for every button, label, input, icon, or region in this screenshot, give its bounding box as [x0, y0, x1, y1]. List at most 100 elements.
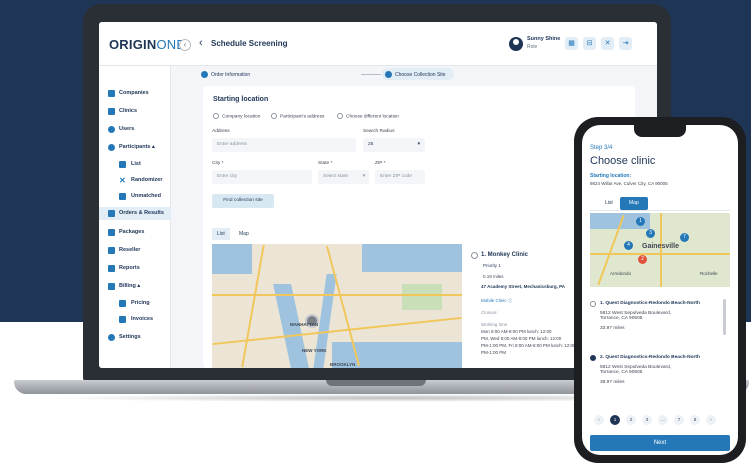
sidebar-item-unmatched[interactable]: Unmatched: [99, 190, 171, 203]
distance-text: 0.19 miles: [483, 274, 504, 279]
address-input[interactable]: Enter address: [212, 138, 356, 152]
state-label: State *: [318, 161, 333, 166]
city-label: City *: [212, 161, 224, 166]
hours-line: PM-1:00 PM: [481, 350, 507, 355]
sidebar-item-settings[interactable]: Settings: [99, 331, 171, 344]
sidebar-item-clinics[interactable]: Clinics: [99, 105, 171, 118]
radio-company-location[interactable]: Company location: [213, 113, 260, 119]
map-label-arredondo: Arredondo: [610, 271, 632, 276]
shuffle-icon: ✕: [119, 176, 126, 185]
map-pin-7[interactable]: 7: [680, 233, 689, 242]
pager-next[interactable]: ›: [706, 415, 716, 425]
cart-icon[interactable]: ⊟: [583, 37, 596, 50]
next-button[interactable]: Next: [590, 435, 730, 451]
sidebar-item-users[interactable]: Users: [99, 123, 171, 136]
tab-list[interactable]: List: [212, 228, 230, 240]
logout-icon[interactable]: ⇥: [619, 37, 632, 50]
map-view[interactable]: MANHATTAN NEW YORK BROOKLYN: [212, 244, 462, 368]
sidebar-item-label: Clinics: [119, 108, 138, 114]
list-item[interactable]: 2. Quest Diagnostics-Redondo Beach-North…: [600, 355, 730, 385]
invoice-icon: [119, 316, 126, 323]
avatar[interactable]: [509, 37, 523, 51]
tab-map[interactable]: Map: [234, 228, 254, 240]
sidebar-item-label: Settings: [119, 334, 141, 340]
hours-line: PM-1:00 PM, Fri 8:00 AM-8:00 PM lunch: 1…: [481, 343, 576, 348]
sidebar-collapse-button[interactable]: ‹: [179, 39, 191, 51]
billing-icon: [108, 283, 115, 290]
phone-tab-map[interactable]: Map: [620, 197, 648, 210]
pager-prev[interactable]: ‹: [594, 415, 604, 425]
list-scrollbar[interactable]: [723, 299, 726, 335]
radio-label: Choose different location: [346, 114, 399, 120]
pager-page[interactable]: 3: [642, 415, 652, 425]
hours-line: Mon 8:00 AM-8:00 PM lunch: 12:00: [481, 329, 552, 334]
phone-tab-list[interactable]: List: [596, 197, 622, 210]
app-header: ORIGINONE ‹ ‹ Schedule Screening Sunny S…: [99, 22, 657, 66]
closure-label: Closure:: [481, 310, 498, 315]
section-title: Starting location: [213, 96, 269, 103]
document-icon: [108, 210, 115, 217]
page-title: Schedule Screening: [211, 39, 288, 48]
sidebar-item-list[interactable]: List: [99, 158, 171, 171]
step-connector: [361, 74, 381, 75]
sidebar-item-reseller[interactable]: Reseller: [99, 244, 171, 257]
sidebar-item-companies[interactable]: Companies: [99, 87, 171, 100]
clinic-name: 1. Monkey Clinic: [481, 252, 529, 258]
hours-label: Working time: [481, 322, 508, 327]
radio-participant-address[interactable]: Participant's address: [271, 113, 324, 119]
pager-page[interactable]: 2: [626, 415, 636, 425]
clinic-address-line: Torrance, CA 90505: [600, 316, 643, 321]
radius-select[interactable]: 25 ▾: [363, 138, 425, 152]
map-pin-2-selected[interactable]: 2: [638, 255, 647, 264]
phone-title: Choose clinic: [590, 155, 656, 167]
clinic-distance: 39.97 miles: [600, 380, 625, 385]
image-icon: [119, 193, 126, 200]
back-icon[interactable]: ‹: [199, 37, 203, 49]
sidebar-item-orders[interactable]: Orders & Results: [99, 207, 171, 220]
clinic-radio[interactable]: [471, 252, 478, 259]
reports-icon: [108, 265, 115, 272]
step-indicator: Step 3/4: [590, 145, 613, 151]
pager-page[interactable]: 1: [610, 415, 620, 425]
clinic-distance: 33.97 miles: [600, 326, 625, 331]
map-pin-3[interactable]: 3: [646, 229, 655, 238]
find-collection-site-button[interactable]: Find collection site: [212, 194, 274, 208]
map-label-rochelle: Rochelle: [700, 271, 718, 276]
list-item[interactable]: 1. Quest Diagnostics-Redondo Beach-North…: [600, 301, 730, 331]
tools-icon[interactable]: ✕: [601, 37, 614, 50]
radius-value: 25: [368, 142, 374, 147]
sidebar: Companies Clinics Users Participants ▴ L…: [99, 66, 171, 368]
clinic-list: 1. Quest Diagnostics-Redondo Beach-North…: [590, 293, 730, 407]
sidebar-item-randomizer[interactable]: ✕ Randomizer: [99, 174, 171, 187]
mobile-clinic-link[interactable]: Mobile Clinic ⓘ: [481, 298, 512, 304]
radio-different-location[interactable]: Choose different location: [337, 113, 399, 119]
calendar-icon[interactable]: ▦: [565, 37, 578, 50]
phone-notch: [634, 125, 686, 137]
phone-map-view[interactable]: Gainesville Arredondo Rochelle 1 3 4 7 2: [590, 213, 730, 287]
clinic-address-line: Torrance, CA 90505: [600, 370, 643, 375]
sidebar-item-reports[interactable]: Reports: [99, 262, 171, 275]
sidebar-item-label: Companies: [119, 90, 149, 96]
city-input[interactable]: Enter city: [212, 170, 312, 184]
zip-input[interactable]: Enter ZIP code: [375, 170, 425, 184]
map-label-gainesville: Gainesville: [642, 243, 679, 250]
pager-page[interactable]: 8: [690, 415, 700, 425]
map-pin-1[interactable]: 1: [636, 217, 645, 226]
sidebar-item-label: Pricing: [131, 300, 150, 306]
pager-page[interactable]: 7: [674, 415, 684, 425]
zip-label: ZIP *: [375, 161, 386, 166]
reseller-icon: [108, 247, 115, 254]
sidebar-item-label: Participants ▴: [119, 144, 155, 150]
sidebar-item-participants[interactable]: Participants ▴: [99, 141, 171, 154]
clinic-radio-selected[interactable]: [590, 355, 596, 361]
sidebar-item-packages[interactable]: Packages: [99, 226, 171, 239]
map-water: [362, 244, 462, 272]
map-pin-4[interactable]: 4: [624, 241, 633, 250]
sidebar-item-pricing[interactable]: Pricing: [99, 297, 171, 310]
sidebar-item-label: Reseller: [119, 247, 141, 253]
map-road: [660, 213, 662, 287]
sidebar-item-billing[interactable]: Billing ▴: [99, 280, 171, 293]
state-select[interactable]: Select state ▾: [318, 170, 369, 184]
sidebar-item-invoices[interactable]: Invoices: [99, 313, 171, 326]
clinic-radio[interactable]: [590, 301, 596, 307]
